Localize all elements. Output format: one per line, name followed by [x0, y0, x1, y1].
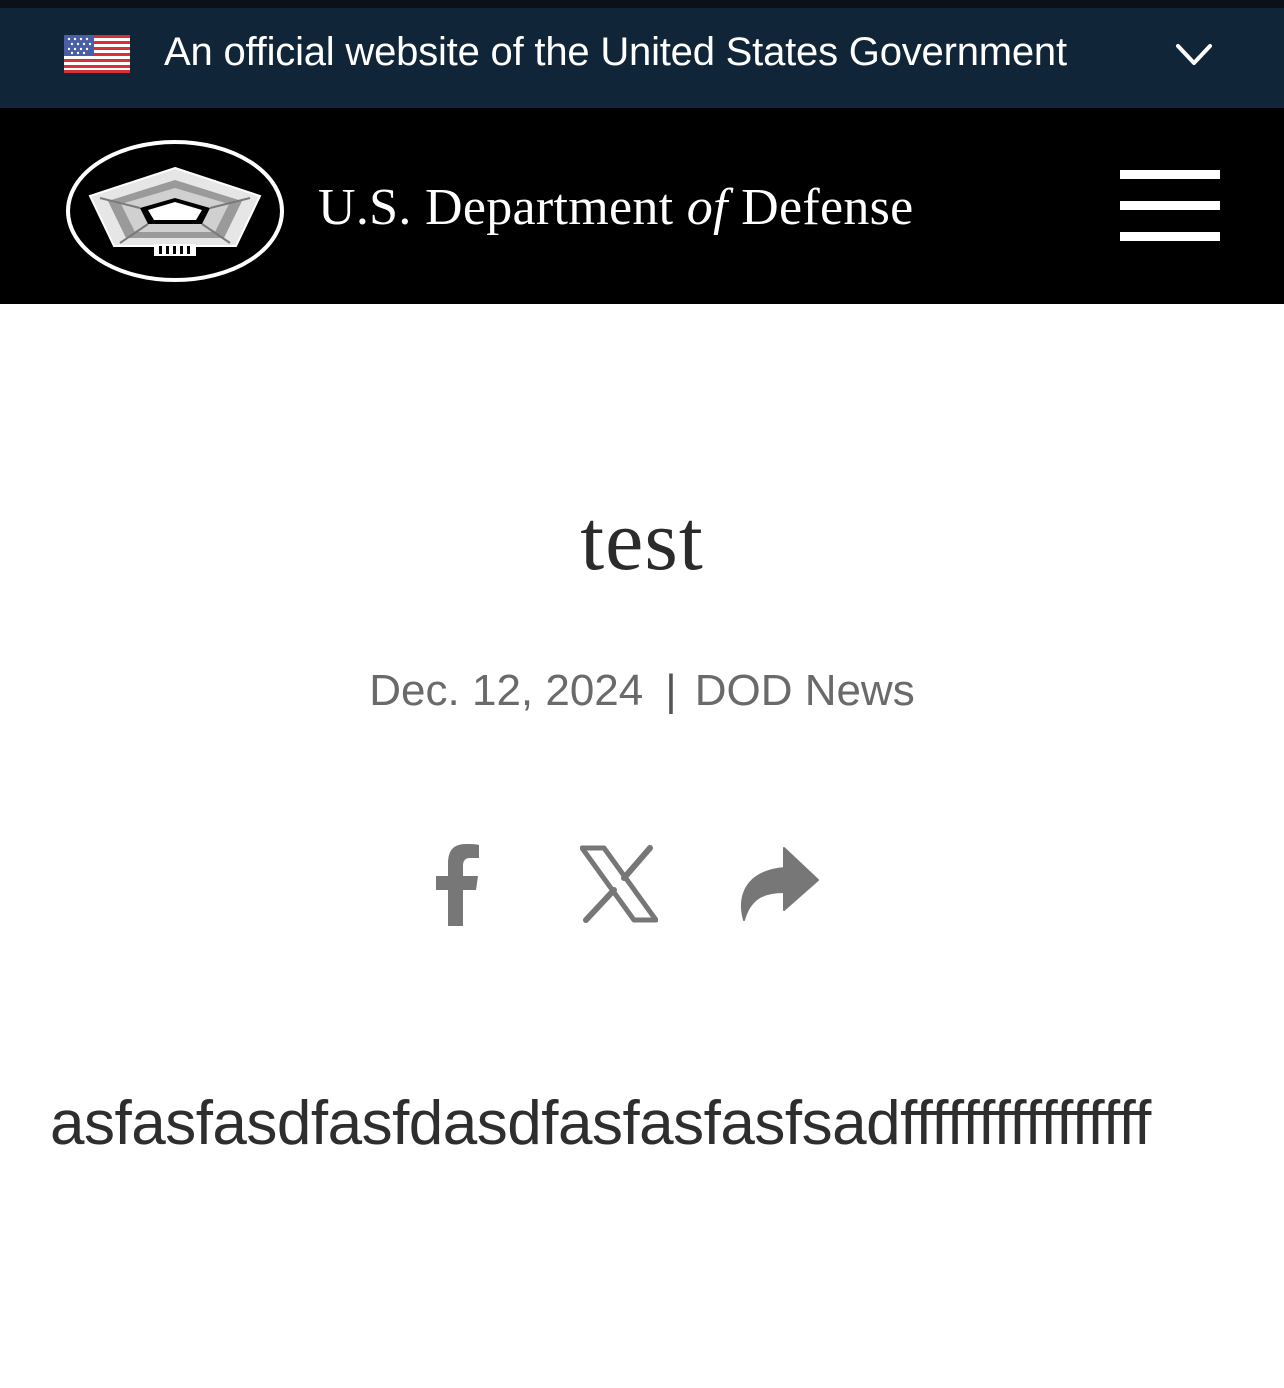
- article-source[interactable]: DOD News: [695, 666, 915, 715]
- share-facebook-button[interactable]: [430, 840, 484, 930]
- menu-bar: [1120, 232, 1220, 241]
- article-title: test: [580, 492, 704, 588]
- hamburger-menu-icon[interactable]: [1120, 170, 1220, 242]
- menu-bar: [1120, 170, 1220, 179]
- article-body: asfasfasdfasfdasdfasfasfasfsadffffffffff…: [50, 1089, 1151, 1158]
- site-title[interactable]: U.S. Department of Defense: [318, 178, 914, 237]
- gov-banner-text: An official website of the United States…: [164, 30, 1067, 74]
- gov-banner: An official website of the United States…: [0, 0, 1284, 108]
- site-header: U.S. Department of Defense: [0, 108, 1284, 304]
- article-meta: Dec. 12, 2024 | DOD News: [0, 666, 1284, 716]
- us-flag-icon: [64, 35, 130, 73]
- x-icon: [580, 845, 658, 923]
- site-title-of: of: [686, 179, 728, 236]
- share-forward-icon: [741, 847, 819, 921]
- page: An official website of the United States…: [0, 0, 1284, 1388]
- meta-separator: |: [665, 666, 677, 715]
- site-title-part2: Defense: [727, 179, 914, 236]
- article-date: Dec. 12, 2024: [369, 666, 644, 715]
- share-x-button[interactable]: [580, 840, 658, 930]
- facebook-icon: [436, 844, 479, 926]
- menu-bar: [1120, 201, 1220, 210]
- site-title-part1: U.S. Department: [318, 179, 687, 236]
- share-forward-button[interactable]: [730, 840, 822, 930]
- chevron-down-icon[interactable]: [1172, 36, 1216, 72]
- pentagon-seal-icon[interactable]: [64, 138, 286, 284]
